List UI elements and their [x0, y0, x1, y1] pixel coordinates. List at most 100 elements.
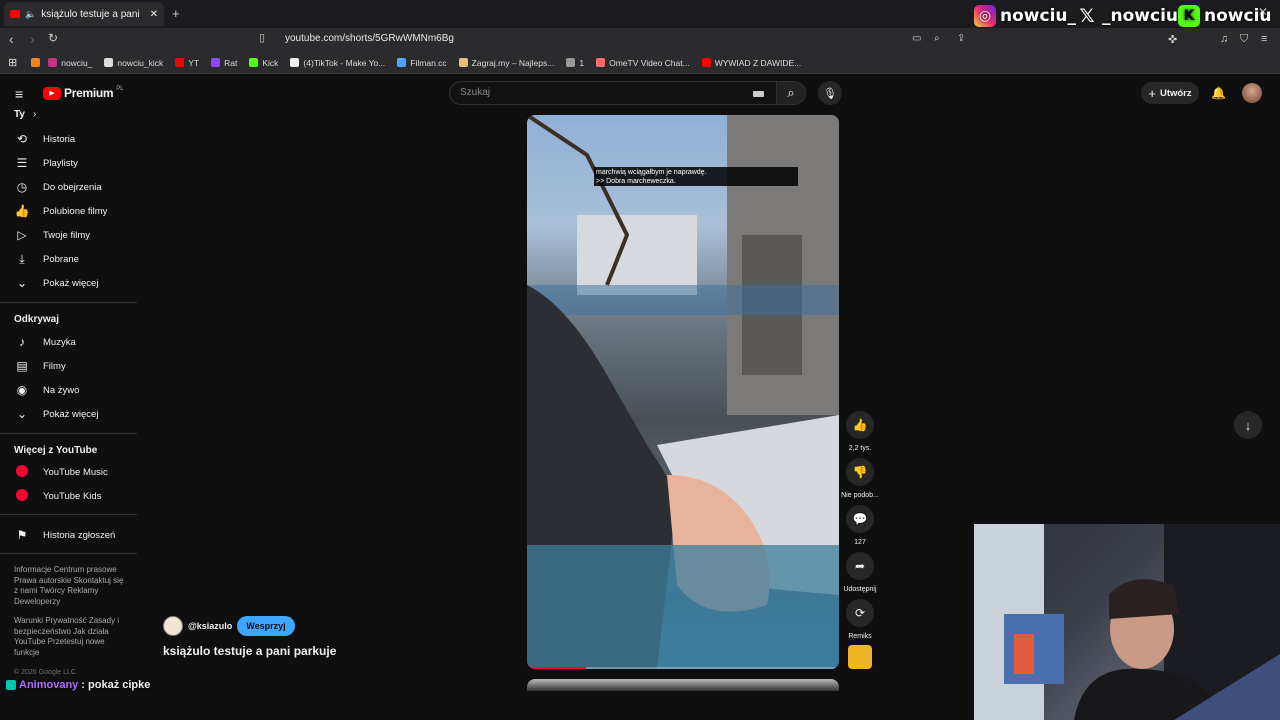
bookmark-item[interactable]: Kick: [249, 58, 278, 68]
vpn-icon[interactable]: ⛉: [1240, 33, 1248, 46]
cast-icon[interactable]: ▭: [912, 33, 921, 44]
youtube-logo[interactable]: ▶ Premium PL: [43, 86, 124, 100]
channel-avatar[interactable]: [163, 616, 183, 636]
like-button[interactable]: 👍 2,2 tys.: [845, 411, 875, 452]
share-icon[interactable]: ⇪: [957, 33, 965, 44]
sidebar-item[interactable]: ♪ Muzyka: [14, 334, 76, 350]
url-field[interactable]: youtube.com/shorts/5GRwWMNm6Bg: [285, 33, 454, 44]
sidebar-item[interactable]: ▷ Twoje filmy: [14, 227, 90, 243]
bookmark-icon[interactable]: ▯: [259, 31, 265, 44]
tab-title: książulo testuje a pani parku: [41, 8, 141, 20]
comments-button[interactable]: 💬 127: [845, 505, 875, 546]
live-icon: ◉: [16, 383, 28, 397]
bookmark-favicon-icon: [397, 58, 407, 67]
search-input[interactable]: Szukaj: [449, 81, 777, 105]
bookmark-item[interactable]: WYWIAD Z DAWIDE...: [701, 58, 801, 68]
bookmark-item[interactable]: (4)TikTok - Make Yo...: [290, 58, 385, 68]
browser-tab[interactable]: 🔈 książulo testuje a pani parku ✕: [4, 2, 164, 26]
short-title[interactable]: książulo testuje a pani parkuje: [163, 644, 336, 658]
bookmark-item[interactable]: Filman.cc: [397, 58, 447, 68]
history-icon: ⟲: [16, 132, 28, 146]
remix-button[interactable]: ⟳ Remiks: [845, 599, 875, 640]
progress-fill: [527, 667, 587, 669]
sidebar-item[interactable]: YouTube Music: [14, 464, 108, 480]
bookmark-label: Rat: [224, 57, 238, 68]
bookmark-item[interactable]: Zagraj.my – Najleps...: [458, 58, 554, 68]
search-placeholder: Szukaj: [460, 87, 491, 98]
like-count: 2,2 tys.: [848, 445, 872, 452]
music-icon: ♪: [19, 335, 25, 349]
chat-username: Animovany: [19, 679, 79, 691]
sound-thumbnail[interactable]: [848, 645, 872, 669]
sidebar-item[interactable]: ☰ Playlisty: [14, 155, 78, 171]
sidebar-item-label: Do obejrzenia: [43, 181, 102, 193]
notifications-bell-icon[interactable]: 🔔: [1211, 86, 1226, 100]
bookmark-item[interactable]: nowciu_: [48, 58, 92, 68]
keyboard-icon[interactable]: [753, 91, 764, 97]
close-tab-icon[interactable]: ✕: [150, 9, 158, 20]
sidebar-item-report-history[interactable]: ⚑ Historia zgłoszeń: [14, 527, 116, 543]
search-icon: ⌕: [787, 85, 795, 100]
bookmark-item[interactable]: Rat: [211, 58, 237, 68]
sidebar-you-header[interactable]: Ty ›: [14, 109, 36, 120]
bookmark-item[interactable]: OmeTV Video Chat...: [596, 58, 690, 68]
bookmark-item[interactable]: 1: [566, 58, 584, 68]
kick-overlay: K nowciu: [1178, 5, 1272, 27]
sidebar-item[interactable]: ⟲ Historia: [14, 131, 75, 147]
zoom-icon[interactable]: ⌕: [934, 33, 940, 44]
apps-grid-icon[interactable]: ⊞: [8, 56, 17, 69]
bookmark-item[interactable]: nowciu_kick: [104, 58, 163, 68]
sidebar-item[interactable]: YouTube Kids: [14, 488, 101, 504]
media-icon[interactable]: ♫: [1220, 33, 1228, 45]
support-button[interactable]: Wesprzyj: [237, 616, 295, 636]
footer-links-1[interactable]: Informacje Centrum prasowe Prawa autorsk…: [14, 565, 129, 607]
extensions-icon[interactable]: ✜: [1168, 33, 1177, 46]
share-arrow-icon: ➦: [846, 552, 874, 580]
logo-region: PL: [116, 86, 124, 92]
bookmark-label: (4)TikTok - Make Yo...: [303, 57, 386, 68]
progress-track[interactable]: [527, 667, 839, 669]
voice-search-button[interactable]: 🎙: [818, 81, 842, 105]
sidebar-item[interactable]: ⤓ Pobrane: [14, 251, 79, 267]
chat-message: Animovany : pokaż cipke: [6, 679, 150, 691]
short-video-player[interactable]: marchwią wciągałbym je naprawdę. >> Dobr…: [527, 115, 839, 669]
create-button[interactable]: + Utwórz: [1141, 82, 1199, 104]
footer-links-2[interactable]: Warunki Prywatność Zasady i bezpieczeńst…: [14, 616, 129, 658]
remix-label: Remiks: [848, 633, 872, 640]
channel-name[interactable]: @ksiazulo: [188, 621, 232, 631]
next-short-preview[interactable]: [527, 679, 839, 691]
next-short-button[interactable]: ↓: [1234, 411, 1262, 439]
sidebar-item[interactable]: ◉ Na żywo: [14, 382, 80, 398]
chevron-right-icon: ›: [32, 109, 37, 120]
rss-icon[interactable]: [31, 58, 41, 67]
share-button[interactable]: ➦ Udostępnij: [840, 552, 880, 593]
speaker-icon[interactable]: 🔈: [25, 9, 36, 20]
sidebar-item[interactable]: ▤ Filmy: [14, 358, 65, 374]
search-button[interactable]: ⌕: [776, 81, 806, 105]
avatar[interactable]: [1242, 83, 1262, 103]
explore-heading: Odkrywaj: [14, 314, 60, 325]
bookmark-item[interactable]: YT: [175, 58, 199, 68]
menu-icon[interactable]: ≡: [1261, 33, 1267, 45]
channel-row: @ksiazulo Wesprzyj: [163, 616, 295, 636]
forward-icon[interactable]: ›: [30, 31, 35, 47]
share-label: Udostępnij: [843, 586, 877, 593]
sidebar-item[interactable]: ⌄ Pokaż więcej: [14, 275, 98, 291]
x-overlay: 𝕏 _nowciu: [1076, 5, 1178, 27]
new-tab-icon[interactable]: +: [172, 6, 180, 21]
sidebar-item[interactable]: ◷ Do obejrzenia: [14, 179, 102, 195]
reload-icon[interactable]: ↻: [48, 31, 58, 45]
instagram-overlay: ◎ nowciu_: [974, 5, 1076, 27]
dislike-button[interactable]: 👎 Nie podob...: [840, 458, 880, 499]
bookmark-label: nowciu_kick: [117, 57, 164, 68]
download-icon: ⤓: [19, 251, 25, 266]
x-handle: _nowciu: [1102, 6, 1178, 26]
bookmark-favicon-icon: [211, 58, 221, 67]
sidebar-item[interactable]: ⌄ Pokaż więcej: [14, 406, 98, 422]
sidebar-item-label: YouTube Music: [43, 466, 108, 478]
sidebar-divider: [0, 553, 137, 554]
arrow-down-icon: ↓: [1244, 417, 1252, 433]
guide-menu-icon[interactable]: ≡: [15, 86, 23, 102]
sidebar-item[interactable]: 👍 Polubione filmy: [14, 203, 108, 219]
back-icon[interactable]: ‹: [9, 31, 14, 47]
